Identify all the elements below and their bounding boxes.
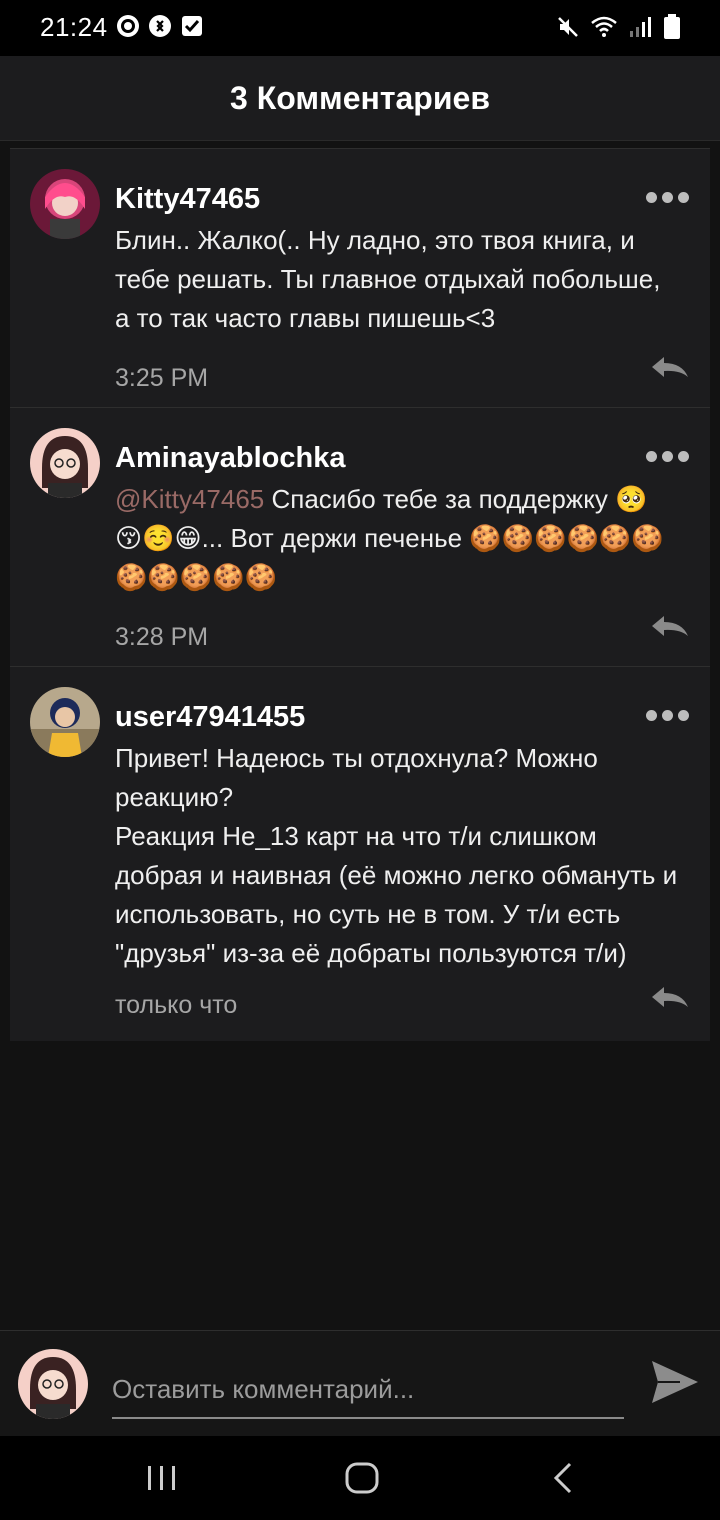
avatar <box>18 1349 88 1419</box>
more-options-icon[interactable] <box>646 705 692 725</box>
comment-item: user47941455 Привет! Надеюсь ты отдохнул… <box>10 666 710 1041</box>
reply-icon[interactable] <box>650 355 690 379</box>
status-time: 21:24 <box>40 12 108 42</box>
check-box-icon <box>182 16 202 36</box>
comment-text: Привет! Надеюсь ты отдохнула? Можно реак… <box>115 739 682 973</box>
reply-icon[interactable] <box>650 614 690 638</box>
back-icon[interactable] <box>544 1460 584 1496</box>
avatar[interactable] <box>30 169 100 239</box>
send-icon[interactable] <box>650 1359 700 1405</box>
comment-item: Aminayablochka @Kitty47465 Спасибо тебе … <box>10 407 710 666</box>
comment-paragraph: Привет! Надеюсь ты отдохнула? Можно реак… <box>115 743 598 812</box>
comment-text: Блин.. Жалко(.. Ну ладно, это твоя книга… <box>115 225 661 333</box>
wifi-icon <box>591 16 617 37</box>
avatar[interactable] <box>30 687 100 757</box>
more-options-icon[interactable] <box>646 446 692 466</box>
comment-time: 3:25 PM <box>115 364 209 392</box>
comment-time: только что <box>115 991 238 1019</box>
status-right-icons <box>556 14 682 40</box>
instagram-icon <box>117 15 139 37</box>
comment-paragraph: Реакция Не_13 карт на что т/и слишком до… <box>115 821 678 968</box>
system-nav-bar <box>0 1436 720 1520</box>
header: 3 Комментариев <box>0 56 720 141</box>
battery-icon <box>664 14 680 39</box>
comment-item: Kitty47465 Блин.. Жалко(.. Ну ладно, это… <box>10 148 710 407</box>
comment-input[interactable] <box>112 1361 624 1419</box>
comment-time: 3:28 PM <box>115 623 209 651</box>
comment-author[interactable]: Kitty47465 <box>115 179 682 219</box>
more-options-icon[interactable] <box>646 187 692 207</box>
status-bar: 21:24 <box>0 0 720 56</box>
comment-author[interactable]: Aminayablochka <box>115 438 682 478</box>
comment-author[interactable]: user47941455 <box>115 697 682 737</box>
home-icon[interactable] <box>342 1460 382 1496</box>
avatar[interactable] <box>30 428 100 498</box>
comment-text-line: Спасибо тебе за поддержку 🥺 <box>264 484 648 514</box>
comment-text-line: 🍪🍪🍪🍪🍪 <box>115 562 277 592</box>
comments-list: Kitty47465 Блин.. Жалко(.. Ну ладно, это… <box>10 148 710 1041</box>
comment-input-bar <box>0 1330 720 1437</box>
reply-icon[interactable] <box>650 985 690 1009</box>
signal-icon <box>630 17 651 37</box>
recent-apps-icon[interactable] <box>142 1460 182 1496</box>
shazam-icon <box>149 15 171 37</box>
mute-icon <box>558 17 578 37</box>
status-left-icons <box>116 14 204 38</box>
page-title: 3 Комментариев <box>230 79 490 116</box>
comment-text-line: 😚☺️😁... Вот держи печенье 🍪🍪🍪🍪🍪🍪 <box>115 523 664 553</box>
comment-text: @Kitty47465 Спасибо тебе за поддержку 🥺 … <box>115 480 682 597</box>
mention-link[interactable]: @Kitty47465 <box>115 484 264 514</box>
